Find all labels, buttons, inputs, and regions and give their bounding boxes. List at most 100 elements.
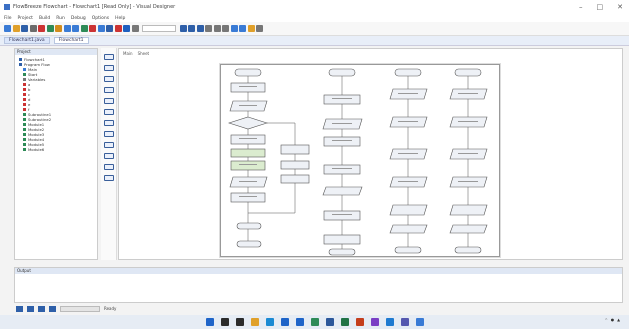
settings-icon[interactable] xyxy=(131,25,139,32)
grid-icon[interactable] xyxy=(205,25,212,32)
store-icon[interactable] xyxy=(280,318,289,326)
undo-icon[interactable] xyxy=(63,25,71,32)
flowchart-sheet[interactable] xyxy=(220,64,500,257)
menu-file[interactable]: File xyxy=(4,16,12,21)
canvas-tab-main[interactable]: Main xyxy=(123,51,133,56)
powerpoint-icon[interactable] xyxy=(355,318,364,326)
decision-shape-icon[interactable] xyxy=(103,87,114,93)
output-panel-header: Output xyxy=(15,268,622,274)
flow-process xyxy=(323,210,361,221)
settings-icon[interactable] xyxy=(415,318,424,326)
zoom-combo[interactable] xyxy=(142,25,176,32)
minimize-button[interactable]: – xyxy=(579,3,583,11)
table-icon[interactable] xyxy=(256,25,263,32)
chevron-up-icon[interactable]: ^ xyxy=(605,317,608,322)
explorer-icon[interactable] xyxy=(250,318,259,326)
flow-process xyxy=(280,160,310,170)
node-icon xyxy=(23,103,26,106)
menu-project[interactable]: Project xyxy=(18,16,33,21)
cut-icon[interactable] xyxy=(38,25,45,32)
flow-process xyxy=(280,174,310,184)
menu-build[interactable]: Build xyxy=(39,16,50,21)
help-icon[interactable] xyxy=(123,25,130,32)
start-icon[interactable] xyxy=(205,318,214,326)
word-icon[interactable] xyxy=(325,318,334,326)
node-icon xyxy=(23,88,26,91)
loop-shape-icon[interactable] xyxy=(103,98,114,104)
step-forward-icon[interactable] xyxy=(27,305,34,312)
delay-shape-icon[interactable] xyxy=(103,175,114,181)
speed-field[interactable] xyxy=(60,305,100,312)
play-icon[interactable] xyxy=(16,305,23,312)
start-end-shape-icon[interactable] xyxy=(103,54,114,60)
close-button[interactable]: ✕ xyxy=(617,3,623,11)
menu-help[interactable]: Help xyxy=(115,16,125,21)
connector-shape-icon[interactable] xyxy=(103,131,114,137)
end-shape-icon[interactable] xyxy=(103,164,114,170)
redo-icon[interactable] xyxy=(72,25,79,32)
mail-icon[interactable] xyxy=(295,318,304,326)
node-icon xyxy=(19,63,22,66)
pause-icon[interactable] xyxy=(38,305,45,312)
chart-icon[interactable] xyxy=(247,25,255,32)
node-icon xyxy=(23,108,26,111)
print-icon[interactable] xyxy=(29,25,37,32)
flow-terminal xyxy=(328,68,356,77)
open-icon[interactable] xyxy=(12,25,20,32)
stop-icon[interactable] xyxy=(49,305,56,312)
process-shape-icon[interactable] xyxy=(103,65,114,71)
chrome-icon[interactable] xyxy=(310,318,319,326)
flow-process xyxy=(323,164,361,175)
stop-icon[interactable] xyxy=(89,25,96,32)
task-view-icon[interactable] xyxy=(235,318,244,326)
new-icon[interactable] xyxy=(4,25,11,32)
tree-item[interactable]: Module6 xyxy=(17,147,95,152)
menu-debug[interactable]: Debug xyxy=(71,16,86,21)
menu-options[interactable]: Options xyxy=(92,16,109,21)
layout-icon[interactable] xyxy=(222,25,229,32)
network-icon[interactable]: ● xyxy=(611,317,614,322)
canvas-tab-sheet[interactable]: Sheet xyxy=(138,51,150,56)
flow-io xyxy=(389,204,428,216)
shape-palette xyxy=(101,48,117,260)
paste-icon[interactable] xyxy=(55,25,62,32)
tab-flowchart[interactable]: Flowchart1 xyxy=(53,37,89,44)
call-shape-icon[interactable] xyxy=(103,109,114,115)
fit-icon[interactable] xyxy=(196,25,204,32)
app-icon[interactable] xyxy=(370,318,379,326)
flow-process xyxy=(230,192,266,203)
maximize-button[interactable]: □ xyxy=(597,3,604,11)
teams-icon[interactable] xyxy=(400,318,409,326)
volume-icon[interactable]: ▲ xyxy=(617,317,620,322)
zoom-out-icon[interactable] xyxy=(188,25,195,32)
flow-process xyxy=(280,144,310,155)
tab-flowchart-java[interactable]: Flowchart1.java xyxy=(4,37,50,44)
excel-icon[interactable] xyxy=(340,318,349,326)
export-icon[interactable] xyxy=(230,25,238,32)
image-icon[interactable] xyxy=(239,25,246,32)
menu-run[interactable]: Run xyxy=(56,16,65,21)
canvas-area: Main Sheet xyxy=(118,48,623,260)
run-icon[interactable] xyxy=(80,25,88,32)
node-icon xyxy=(23,83,26,86)
system-tray: ^ ● ▲ xyxy=(605,317,623,322)
save-icon[interactable] xyxy=(21,25,28,32)
output-shape-icon[interactable] xyxy=(103,142,114,148)
io-shape-icon[interactable] xyxy=(103,76,114,82)
node-icon xyxy=(23,138,26,141)
breakpoint-icon[interactable] xyxy=(114,25,122,32)
copy-icon[interactable] xyxy=(46,25,54,32)
edge-icon[interactable] xyxy=(265,318,274,326)
debug-icon[interactable] xyxy=(97,25,105,32)
vscode-icon[interactable] xyxy=(385,318,394,326)
search-icon[interactable] xyxy=(220,318,229,326)
align-icon[interactable] xyxy=(213,25,221,32)
input-shape-icon[interactable] xyxy=(103,153,114,159)
zoom-in-icon[interactable] xyxy=(179,25,187,32)
node-icon xyxy=(19,58,22,61)
step-icon[interactable] xyxy=(106,25,113,32)
toolbar xyxy=(0,22,629,36)
comment-shape-icon[interactable] xyxy=(103,120,114,126)
node-icon xyxy=(23,113,26,116)
node-icon xyxy=(23,118,26,121)
